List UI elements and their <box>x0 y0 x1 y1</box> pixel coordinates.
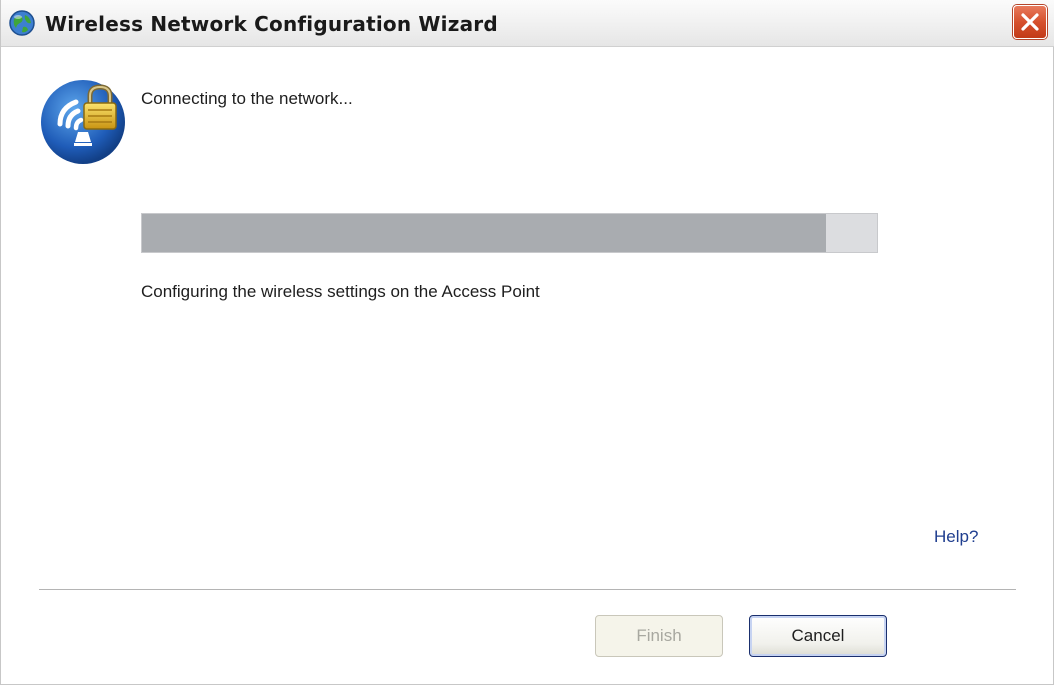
wizard-window: Wireless Network Configuration Wizard Co… <box>0 0 1054 685</box>
progress-bar <box>141 213 878 253</box>
page-heading: Connecting to the network... <box>141 89 353 108</box>
wireless-lock-icon <box>41 80 125 164</box>
help-link[interactable]: Help? <box>934 527 978 547</box>
progress-bar-fill <box>142 214 826 252</box>
close-icon <box>1021 13 1039 31</box>
divider <box>39 589 1016 591</box>
window-title: Wireless Network Configuration Wizard <box>45 12 498 36</box>
close-button[interactable] <box>1013 5 1047 39</box>
status-text: Configuring the wireless settings on the… <box>141 282 540 301</box>
cancel-button[interactable]: Cancel <box>749 615 887 657</box>
finish-button[interactable]: Finish <box>595 615 723 657</box>
globe-icon <box>9 10 35 36</box>
title-bar[interactable]: Wireless Network Configuration Wizard <box>1 0 1054 47</box>
